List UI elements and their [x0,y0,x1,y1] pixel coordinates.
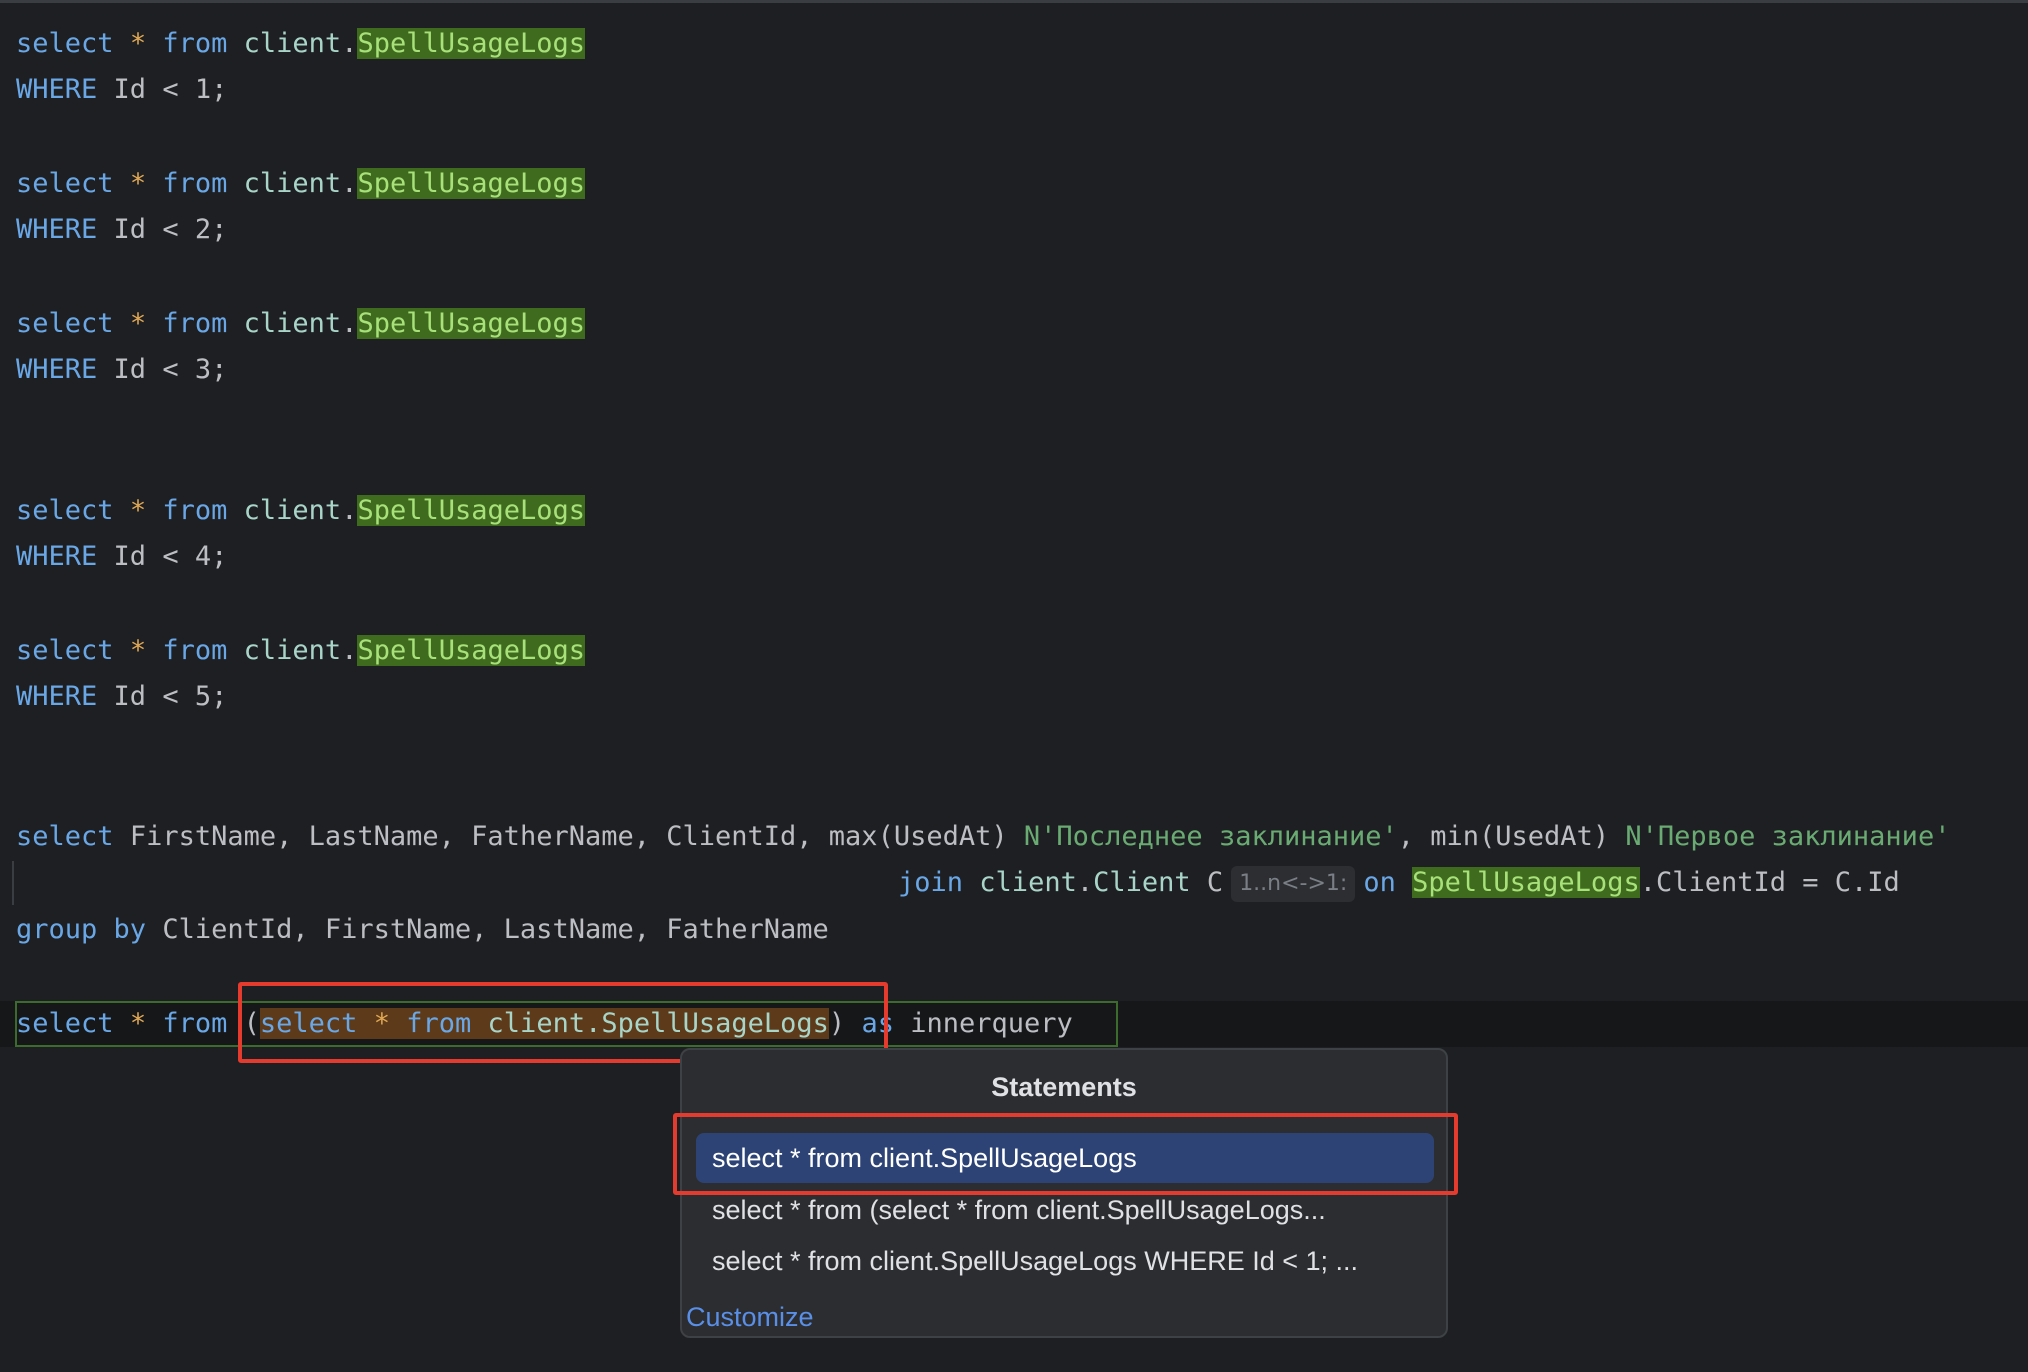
function-min: min(UsedAt) [1430,821,1626,852]
dot: . [341,635,358,666]
keyword-on: on [1363,867,1396,898]
column-name: Id [113,214,147,245]
keyword-from: from [162,168,228,199]
operator-star: * [129,495,147,526]
table-name-highlighted[interactable]: SpellUsageLogs [1412,867,1640,898]
code-line[interactable]: WHERE Id < 4; [16,534,227,580]
number-literal: 4 [194,541,212,572]
table-name: Client [1093,867,1191,898]
dot: . [341,28,358,59]
schema-name: client [243,168,342,199]
customize-link[interactable]: Customize [686,1302,814,1333]
code-editor[interactable]: select * from client.SpellUsageLogs WHER… [0,0,2028,1372]
keyword-group-by: group by [16,914,147,945]
indent-guide [12,861,14,905]
keyword-select: select [16,821,114,852]
semicolon: ; [211,74,228,105]
keyword-where: WHERE [16,214,98,245]
semicolon: ; [211,214,228,245]
column-list: FirstName, LastName, FatherName, ClientI… [129,821,829,852]
keyword-join: join [898,867,964,898]
dot: . [341,495,358,526]
statement-option[interactable]: select * from client.SpellUsageLogs WHER… [696,1236,1434,1286]
table-name-highlighted[interactable]: SpellUsageLogs [357,28,586,59]
keyword-where: WHERE [16,354,98,385]
operator-star: * [129,308,147,339]
semicolon: ; [211,681,228,712]
column-list: ClientId, FirstName, LastName, FatherNam… [162,914,829,945]
operator: < [162,354,179,385]
string-literal: N'Последнее заклинание' [1023,821,1398,852]
column-name: Id [113,354,147,385]
keyword-select: select [16,495,114,526]
schema-name: client [243,495,342,526]
operator: < [162,541,179,572]
operator-star: * [129,1008,147,1039]
dot: . [341,168,358,199]
column-name: Id [113,681,147,712]
number-literal: 3 [194,354,212,385]
code-line[interactable]: select * from client.SpellUsageLogs [16,628,586,674]
code-line[interactable]: select FirstName, LastName, FatherName, … [16,814,1950,860]
keyword-select: select [16,635,114,666]
code-line[interactable]: WHERE Id < 5; [16,674,227,720]
operator-star: * [129,28,147,59]
keyword-from: from [162,308,228,339]
operator: < [162,74,179,105]
keyword-select: select [16,168,114,199]
keyword-from: from [162,495,228,526]
keyword-where: WHERE [16,74,98,105]
inlay-hint: 1..n<->1: [1231,865,1356,902]
keyword-select: select [16,1008,114,1039]
table-name-highlighted[interactable]: SpellUsageLogs [357,495,586,526]
keyword-where: WHERE [16,681,98,712]
code-line[interactable]: select * from client.SpellUsageLogs [16,161,586,207]
annotation-box-option [673,1113,1458,1195]
keyword-select: select [16,308,114,339]
dot: . [1076,867,1094,898]
schema-name: client [243,635,342,666]
semicolon: ; [211,354,228,385]
operator: < [162,214,179,245]
code-line[interactable]: WHERE Id < 3; [16,347,227,393]
comma: , [1397,821,1431,852]
table-name-highlighted[interactable]: SpellUsageLogs [357,308,586,339]
table-name-highlighted[interactable]: SpellUsageLogs [357,635,586,666]
schema-name: client [243,308,342,339]
number-literal: 1 [194,74,212,105]
code-line[interactable]: select * from client.SpellUsageLogs [16,21,586,67]
code-line[interactable]: join client.Client C 1..n<->1: on SpellUsa… [898,860,1900,906]
subquery-alias: innerquery [910,1008,1073,1039]
code-line[interactable]: WHERE Id < 2; [16,207,227,253]
code-line[interactable]: group by ClientId, FirstName, LastName, … [16,907,829,953]
table-name-highlighted[interactable]: SpellUsageLogs [357,168,586,199]
code-line[interactable]: select * from client.SpellUsageLogs [16,488,586,534]
column-name: Id [113,74,147,105]
semicolon: ; [211,541,228,572]
function-max: max(UsedAt) [828,821,1024,852]
keyword-from: from [162,1008,228,1039]
operator: < [162,681,179,712]
code-line[interactable]: select * from client.SpellUsageLogs [16,301,586,347]
number-literal: 5 [194,681,212,712]
table-alias: C [1206,867,1224,898]
operator-star: * [129,635,147,666]
keyword-from: from [162,28,228,59]
string-literal: N'Первое заклинание' [1625,821,1951,852]
code-line[interactable]: WHERE Id < 1; [16,67,227,113]
dot: . [341,308,358,339]
schema-name: client [979,867,1077,898]
schema-name: client [243,28,342,59]
popup-title: Statements [991,1072,1137,1102]
operator-star: * [129,168,147,199]
number-literal: 2 [194,214,212,245]
keyword-where: WHERE [16,541,98,572]
column-name: Id [113,541,147,572]
join-condition: .ClientId = C.Id [1639,867,1900,898]
keyword-from: from [162,635,228,666]
keyword-select: select [16,28,114,59]
